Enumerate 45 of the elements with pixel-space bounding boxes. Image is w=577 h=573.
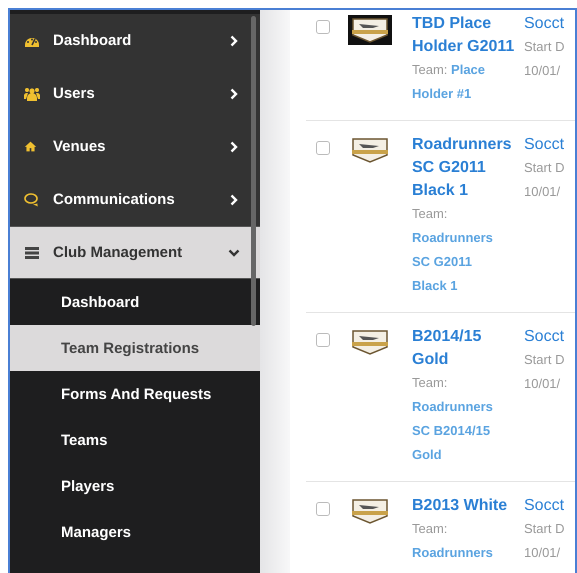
submenu-item[interactable]: Team Registrations (10, 325, 260, 371)
start-date-label: Start D (524, 159, 564, 177)
team-info: Team: Roadrunners (412, 520, 494, 562)
checkbox[interactable] (316, 333, 330, 347)
submenu-item[interactable]: Players (10, 463, 260, 509)
column-3-link[interactable]: Socct (524, 325, 564, 348)
start-date-label: Start D (524, 38, 564, 56)
team-registration-link[interactable]: Roadrunners SC G2011 Black 1 (412, 133, 518, 202)
sidebar-item[interactable]: Venues (10, 120, 260, 173)
chevron-down-icon (228, 246, 240, 258)
submenu-item[interactable]: Forms And Requests (10, 371, 260, 417)
team-info: Team: Roadrunners SC B2014/15 Gold (412, 374, 494, 464)
checkbox[interactable] (316, 20, 330, 34)
chevron-right-icon (228, 34, 240, 46)
submenu-item[interactable]: Teams (10, 417, 260, 463)
start-date: 10/01/ (524, 183, 562, 201)
column-3-link[interactable]: Socct (524, 494, 564, 517)
start-date-label: Start D (524, 351, 564, 369)
team-info: Team: Place Holder #1 (412, 61, 486, 103)
start-date-label: Start D (524, 520, 564, 538)
checkbox[interactable] (316, 141, 330, 155)
team-registration-link[interactable]: TBD Place Holder G2011 (412, 12, 518, 58)
submenu-item[interactable]: Managers (10, 509, 260, 555)
scrollbar[interactable] (251, 16, 256, 326)
team-registration-link[interactable]: B2014/15 Gold (412, 325, 518, 371)
submenu-item[interactable]: Dashboard (10, 279, 260, 325)
team-registration-link[interactable]: B2013 White (412, 494, 518, 517)
column-3-link[interactable]: Socct (524, 12, 564, 35)
column-3-link[interactable]: Socct (524, 133, 564, 156)
sidebar-item[interactable]: Users (10, 67, 260, 120)
team-info: Team: Roadrunners SC G2011 Black 1 (412, 205, 494, 295)
sidebar-item[interactable]: Club Management (10, 226, 260, 279)
list-icon (24, 244, 40, 260)
chat-icon (24, 192, 40, 208)
sidebar-item[interactable]: Communications (10, 173, 260, 226)
start-date: 10/01/ (524, 544, 562, 562)
house-icon (24, 140, 37, 153)
chevron-right-icon (228, 88, 240, 100)
chevron-right-icon (228, 140, 240, 152)
start-date: 10/01/ (524, 62, 562, 80)
users-icon (24, 86, 40, 102)
start-date: 10/01/ (524, 375, 562, 393)
checkbox[interactable] (316, 502, 330, 516)
sidebar-item[interactable]: Dashboard (10, 14, 260, 67)
chevron-right-icon (228, 194, 240, 206)
